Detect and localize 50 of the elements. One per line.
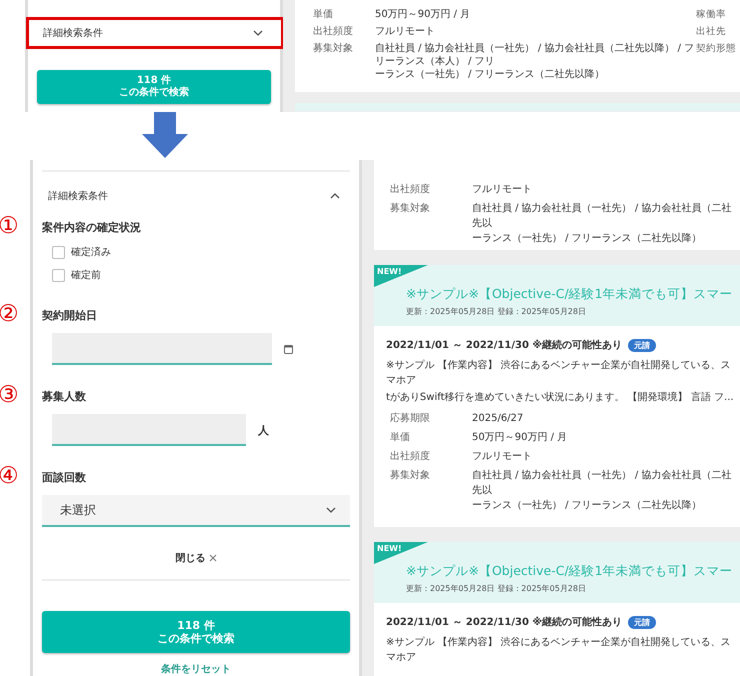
job-title-link[interactable]: ※サンプル※【Objective-C/経験1年未満でも可】スマー [406,562,740,580]
annotation-number: ③ [0,384,19,407]
new-label: NEW! [377,544,402,553]
section-title: 契約開始日 [42,308,98,323]
field-label: 出社頻度 [389,450,431,464]
field-value: 自社社員 / 協力会社社員（一社先） / 協力会社社員（二社先以 ーランス（一社先） / フリーランス（二社先以降） [472,202,732,246]
field-label: 単価 [389,431,411,445]
field-value: フルリモート [472,183,533,197]
field-label: 応募期限 [389,412,431,426]
field-label: 募集対象 [389,202,431,216]
period-text: 2022/11/01 ～ 2022/11/30 ※継続の可能性あり [386,616,622,629]
section-title: 案件内容の確定状況 [42,220,142,235]
description-text: ※サンプル 【作業内容】 渋谷にあるベンチャー企業が自社開発している、スマホア [386,636,732,665]
field-label: 稼働率 [696,8,727,22]
field-value: フルリモート [472,450,533,464]
job-title-link[interactable]: ※サンプル※【Objective-C/経験1年未満でも可】スマー [406,285,740,303]
field-value: 自社社員 / 協力会社社員（一社先） / 協力会社社員（二社先以降） / フリーランス（本人） / フリ ーランス（一社先） / フリーランス（二社先以降） [375,42,696,81]
field-value: 自社社員 / 協力会社社員（一社先） / 協力会社社員（二社先以 ーランス（一社先） / フリーランス（二社先以降） [472,468,732,513]
field-label: 募集対象 [312,42,354,56]
annotation-number: ② [0,303,19,326]
description-text: tがありSwift移行を進めていきたい状況にあります。 【開発環境】 言語 フ... [386,390,735,405]
tag: 元請 [628,616,656,628]
section-title: 面談回数 [42,470,87,485]
annotation-number: ④ [0,465,19,488]
unit-label: 人 [258,422,269,438]
field-label: 出社頻度 [389,182,431,197]
period-text: 2022/11/01 ～ 2022/11/30 ※継続の可能性あり [386,338,622,352]
field-label: 出社先 [696,25,727,39]
section-title: 募集人数 [42,389,87,404]
search-button[interactable]: 118 件 この条件で検索 [37,70,271,104]
close-button[interactable]: 閉じる [176,551,216,565]
field-label: 契約形態 [696,42,737,56]
field-label: 単価 [312,8,334,22]
field-value: フルリモート [375,25,436,39]
search-button[interactable]: 118 件 この条件で検索 [42,611,350,653]
detail-search-toggle[interactable]: 詳細検索条件 [26,17,284,49]
annotation-number: ① [0,215,19,238]
new-label: NEW! [377,267,402,276]
select-dropdown[interactable]: 未選択 [42,495,350,527]
field-label: 募集対象 [389,468,431,483]
reset-link[interactable]: 条件をリセット [161,662,231,676]
field-value: 2025/6/27 [472,412,524,426]
dates-text: 更新：2025年05月28日 登録：2025年05月28日 [406,583,587,594]
checkbox-label: 確定済み [71,246,111,259]
field-label: 出社頻度 [312,24,354,39]
field-value: 50万円～90万円 / 月 [472,431,568,445]
field-value: 50万円～90万円 / 月 [375,8,472,22]
tag: 元請 [628,338,656,352]
checkbox-label: 確定前 [71,268,101,282]
dates-text: 更新：2025年05月28日 登録：2025年05月28日 [406,306,587,317]
